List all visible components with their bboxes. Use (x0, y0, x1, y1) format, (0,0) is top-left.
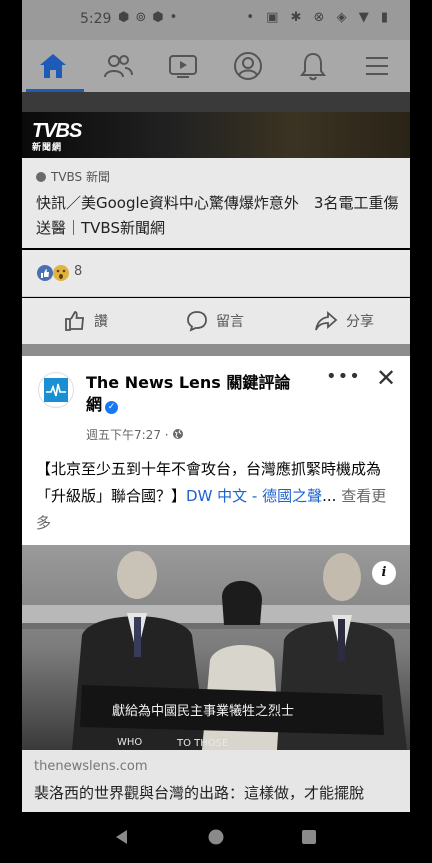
feed-gap (22, 92, 410, 112)
tvbs-logo-text: TVBS (32, 120, 82, 142)
news-lens-post: The News Lens 關鍵評論網 ✓ 週五下午7:27 · ••• ✕ 【北… (22, 356, 410, 545)
body-link[interactable]: DW 中文 - 德國之聲 (186, 487, 322, 505)
divider (22, 296, 410, 297)
top-navigation (22, 40, 410, 92)
like-icon (65, 311, 84, 331)
link-preview[interactable]: thenewslens.com 裴洛西的世界觀與台灣的出路：這樣做，才能擺脫 (22, 750, 410, 812)
link-domain: thenewslens.com (34, 759, 148, 774)
profile-icon (234, 52, 262, 80)
tvbs-link-card[interactable]: TVBS 新聞 快訊／美Google資料中心驚傳爆炸意外 3名電工重傷送醫｜TV… (22, 158, 410, 248)
globe-icon (173, 429, 184, 439)
circle-home-icon (208, 829, 224, 845)
like-label: 讚 (94, 314, 108, 330)
home-icon (40, 54, 66, 78)
source-icon (36, 172, 46, 182)
like-button[interactable]: 讚 (64, 310, 108, 332)
bell-icon (300, 52, 326, 81)
back-icon (116, 830, 127, 844)
reactions-bar[interactable]: 8 (22, 250, 410, 296)
post-timestamp: 週五下午7:27 · (86, 428, 169, 442)
close-post-button[interactable]: ✕ (376, 364, 396, 392)
status-time: 5:29 (80, 11, 112, 27)
nav-watch[interactable] (166, 50, 200, 82)
system-navigation-bar (0, 812, 432, 863)
home-system-button[interactable] (207, 828, 225, 850)
nav-notifications[interactable] (296, 50, 330, 82)
news-lens-logo-icon (44, 378, 68, 402)
share-icon (315, 311, 338, 331)
reaction-icons (36, 264, 72, 286)
nav-profile[interactable] (231, 50, 265, 82)
link-title: 裴洛西的世界觀與台灣的出路：這樣做，才能擺脫 (34, 784, 365, 802)
screen: 5:29 ⬢⊚⬢• • ▣ ✱ ⊗ ◈ ▼ ▮ TVBS 新聞網 TVBS 新聞… (0, 0, 432, 863)
source-label: TVBS 新聞 (51, 170, 110, 184)
feed-separator (22, 344, 410, 356)
page-avatar[interactable] (38, 372, 74, 408)
share-button[interactable]: 分享 (314, 310, 374, 332)
share-label: 分享 (346, 314, 374, 330)
video-icon (169, 55, 197, 78)
link-source: TVBS 新聞 (36, 168, 110, 185)
page-name[interactable]: The News Lens 關鍵評論網 ✓ (86, 372, 296, 416)
more-options-button[interactable]: ••• (326, 366, 361, 387)
article-image[interactable]: 獻給為中國民主事業犧牲之烈士 WHO TO THOSE i (22, 545, 410, 750)
body-ellipsis: ... (322, 487, 337, 505)
back-button[interactable] (113, 828, 131, 850)
recents-button[interactable] (300, 828, 318, 850)
system-status-icons: • ▣ ✱ ⊗ ◈ ▼ ▮ (246, 10, 392, 25)
tvbs-logo: TVBS 新聞網 (32, 120, 82, 153)
banner-caption-2: TO THOSE (176, 738, 228, 749)
menu-icon (366, 57, 388, 75)
post-meta[interactable]: 週五下午7:27 · (86, 426, 184, 443)
link-headline: 快訊／美Google資料中心驚傳爆炸意外 3名電工重傷送醫｜TVBS新聞網 (36, 194, 399, 237)
banner-caption-1: WHO (117, 737, 142, 748)
tvbs-article-image[interactable]: TVBS 新聞網 (22, 112, 410, 158)
nav-friends[interactable] (101, 50, 135, 82)
friends-icon (104, 55, 133, 78)
article-photo: 獻給為中國民主事業犧牲之烈士 WHO TO THOSE (22, 545, 410, 750)
reaction-count: 8 (74, 264, 83, 279)
comment-button[interactable]: 留言 (186, 310, 244, 332)
verified-badge-icon: ✓ (105, 401, 119, 414)
nav-home[interactable] (36, 50, 70, 82)
comment-icon (187, 311, 207, 332)
recents-icon (302, 830, 316, 844)
banner-text: 獻給為中國民主事業犧牲之烈士 (112, 703, 294, 719)
post-actions: 讚 留言 分享 (22, 298, 410, 344)
post-body: 【北京至少五到十年不會攻台，台灣應抓緊時機成為「升級版」聯合國？】DW 中文 -… (36, 456, 398, 537)
comment-label: 留言 (216, 314, 244, 330)
notification-icons: ⬢⊚⬢• (118, 10, 184, 25)
info-icon[interactable]: i (372, 561, 396, 585)
nav-menu[interactable] (360, 50, 394, 82)
status-bar: 5:29 ⬢⊚⬢• • ▣ ✱ ⊗ ◈ ▼ ▮ (22, 0, 410, 40)
